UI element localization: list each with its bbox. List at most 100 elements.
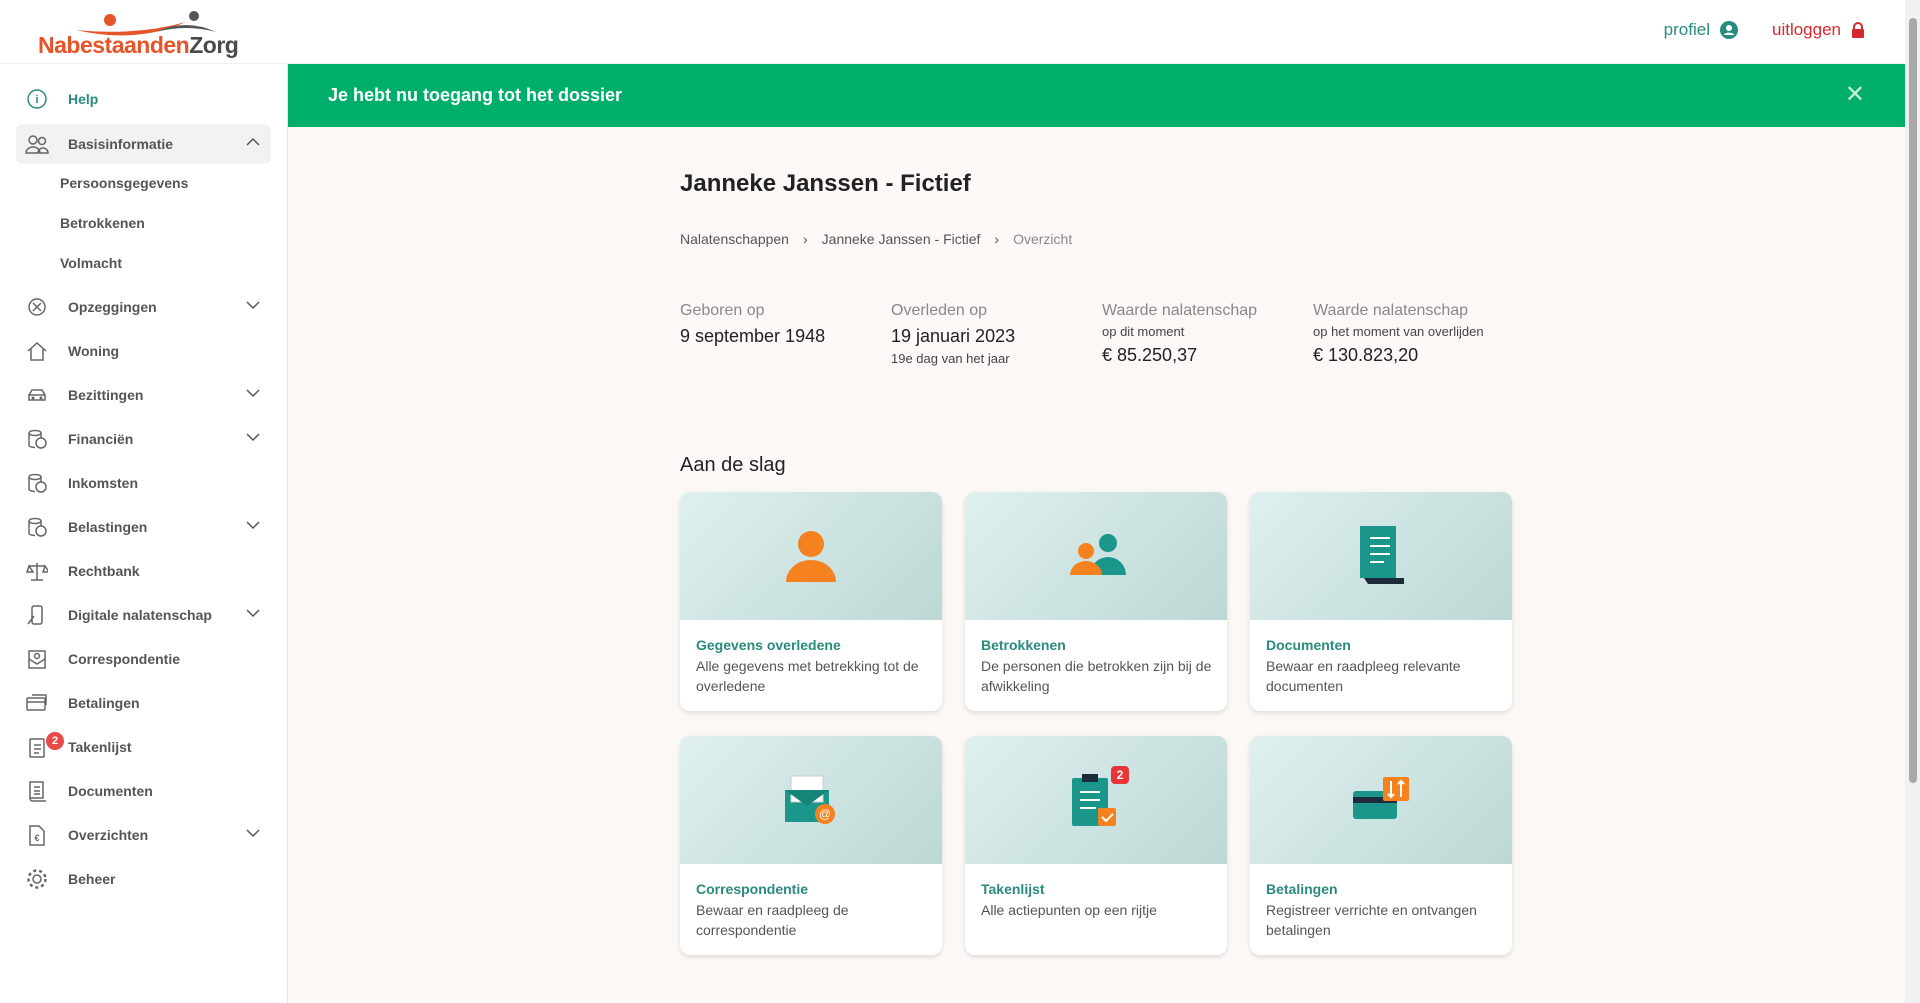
badge: 2 [1111, 766, 1129, 784]
scrollbar[interactable] [1905, 0, 1920, 1003]
sidebar-item-beheer[interactable]: Beheer [16, 859, 271, 899]
logo[interactable]: NabestaandenZorg [36, 10, 239, 58]
mail-icon [24, 646, 50, 672]
sidebar-item-label: Documenten [68, 783, 153, 799]
chevron-up-icon[interactable] [245, 134, 261, 153]
coins-icon [24, 470, 50, 496]
card-documenten[interactable]: Documenten Bewaar en raadpleeg relevante … [1250, 492, 1512, 711]
stat-died: Overleden op 19 januari 2023 19e dag van h… [891, 302, 1016, 366]
svg-text:€: € [34, 833, 39, 843]
device-icon [24, 602, 50, 628]
notification-banner: Je hebt nu toegang tot het dossier ✕ [288, 64, 1905, 127]
sidebar-item-woning[interactable]: Woning [16, 331, 271, 371]
card-title: Correspondentie [696, 881, 809, 897]
document-icon [24, 778, 50, 804]
badge: 2 [46, 732, 64, 750]
sidebar-item-belastingen[interactable]: Belastingen [16, 507, 271, 547]
sidebar-item-bezittingen[interactable]: Bezittingen [16, 375, 271, 415]
stat-value-death: Waarde nalatenschap op het moment van ove… [1313, 302, 1484, 365]
car-icon [24, 382, 50, 408]
profile-link[interactable]: profiel [1664, 20, 1738, 40]
chevron-down-icon[interactable] [245, 605, 261, 624]
lock-icon [1852, 22, 1864, 38]
card-betrokkenen[interactable]: Betrokkenen De personen die betrokken zij… [965, 492, 1227, 711]
banner-message: Je hebt nu toegang tot het dossier [328, 85, 623, 105]
breadcrumb-item[interactable]: Janneke Janssen - Fictief [822, 231, 981, 247]
sidebar-item-label: Inkomsten [68, 475, 139, 491]
card-betalingen[interactable]: Betalingen Registreer verrichte en ontvan… [1250, 736, 1512, 955]
chevron-down-icon[interactable] [245, 297, 261, 316]
sidebar-item-label: Beheer [68, 871, 116, 887]
breadcrumb: Nalatenschappen › Janneke Janssen - Ficti… [680, 231, 1072, 247]
stat-value-now: Waarde nalatenschap op dit moment € 85.250… [1102, 302, 1258, 365]
header: NabestaandenZorg profiel uitloggen [0, 0, 1905, 64]
sidebar-item-label: Belastingen [68, 519, 148, 535]
svg-text:@: @ [819, 807, 831, 821]
card-title: Documenten [1266, 637, 1351, 653]
card-illustration-icon: @ [680, 736, 942, 864]
sidebar-item-digitale-nalatenschap[interactable]: Digitale nalatenschap [16, 595, 271, 635]
clipboard-icon: 2 [24, 732, 64, 760]
section-title: Aan de slag [680, 454, 786, 476]
sidebar-item-betalingen[interactable]: Betalingen [16, 683, 271, 723]
sidebar-subitem-volmacht[interactable]: Volmacht [60, 255, 122, 271]
chevron-down-icon[interactable] [245, 385, 261, 404]
breadcrumb-current: Overzicht [1013, 231, 1073, 247]
card-description: De personen die betrokken zijn bij de af… [981, 658, 1212, 694]
sidebar-item-label: Digitale nalatenschap [68, 607, 212, 623]
sidebar-subitem-betrokkenen[interactable]: Betrokkenen [60, 215, 145, 231]
sidebar-item-help[interactable]: i Help [16, 79, 271, 119]
sidebar-item-rechtbank[interactable]: Rechtbank [16, 551, 271, 591]
scale-icon [24, 558, 50, 584]
coins-icon [24, 514, 50, 540]
svg-text:i: i [35, 94, 38, 106]
cancel-icon [24, 294, 50, 320]
close-icon[interactable]: ✕ [1845, 80, 1865, 109]
card-correspondentie[interactable]: @ Correspondentie Bewaar en raadpleeg de c… [680, 736, 942, 955]
sidebar: i Help Basisinformatie Persoonsgegevens B… [0, 64, 288, 1003]
chevron-right-icon: › [802, 231, 808, 247]
card-title: Takenlijst [981, 881, 1045, 897]
logout-link[interactable]: uitloggen [1772, 20, 1865, 40]
sidebar-item-label: Rechtbank [68, 563, 140, 579]
card-illustration-icon [680, 492, 942, 620]
chevron-down-icon[interactable] [245, 517, 261, 536]
sidebar-item-label: Woning [68, 343, 120, 359]
chevron-down-icon[interactable] [245, 429, 261, 448]
sidebar-item-takenlijst[interactable]: 2 Takenlijst [16, 727, 271, 767]
sidebar-item-basisinformatie[interactable]: Basisinformatie [16, 124, 271, 164]
sidebar-item-financi-n[interactable]: Financiën [16, 419, 271, 459]
coins-icon [24, 426, 50, 452]
user-circle-icon [1719, 21, 1738, 39]
card-title: Gegevens overledene [696, 637, 841, 653]
sidebar-item-label: Overzichten [68, 827, 149, 843]
sidebar-subitem-persoonsgegevens[interactable]: Persoonsgegevens [60, 175, 188, 191]
card-illustration-icon [1250, 492, 1512, 620]
sidebar-item-opzeggingen[interactable]: Opzeggingen [16, 287, 271, 327]
card-description: Registreer verrichte en ontvangen betali… [1266, 902, 1477, 938]
sidebar-item-label: Correspondentie [68, 651, 181, 667]
breadcrumb-item[interactable]: Nalatenschappen [680, 231, 789, 247]
sidebar-item-label: Financiën [68, 431, 134, 447]
sidebar-item-correspondentie[interactable]: Correspondentie [16, 639, 271, 679]
sidebar-item-label: Bezittingen [68, 387, 144, 403]
sidebar-item-label: Betalingen [68, 695, 140, 711]
card-takenlijst[interactable]: 2 Takenlijst Alle actiepunten op een rijtj… [965, 736, 1227, 955]
users-icon [24, 131, 50, 157]
euro-doc-icon: € [24, 822, 50, 848]
sidebar-item-documenten[interactable]: Documenten [16, 771, 271, 811]
card-title: Betalingen [1266, 881, 1338, 897]
sidebar-item-label: Takenlijst [68, 739, 132, 755]
card-illustration-icon [965, 492, 1227, 620]
chevron-down-icon[interactable] [245, 825, 261, 844]
card-description: Bewaar en raadpleeg de correspondentie [696, 902, 849, 938]
card-gegevens-overledene[interactable]: Gegevens overledene Alle gegevens met bet… [680, 492, 942, 711]
info-icon: i [24, 86, 50, 112]
stat-born: Geboren op 9 september 1948 [680, 302, 826, 346]
card-description: Alle gegevens met betrekking tot de over… [696, 658, 919, 694]
card-description: Bewaar en raadpleeg relevante documenten [1266, 658, 1461, 694]
card-title: Betrokkenen [981, 637, 1066, 653]
chevron-right-icon: › [994, 231, 1000, 247]
sidebar-item-overzichten[interactable]: € Overzichten [16, 815, 271, 855]
sidebar-item-inkomsten[interactable]: Inkomsten [16, 463, 271, 503]
